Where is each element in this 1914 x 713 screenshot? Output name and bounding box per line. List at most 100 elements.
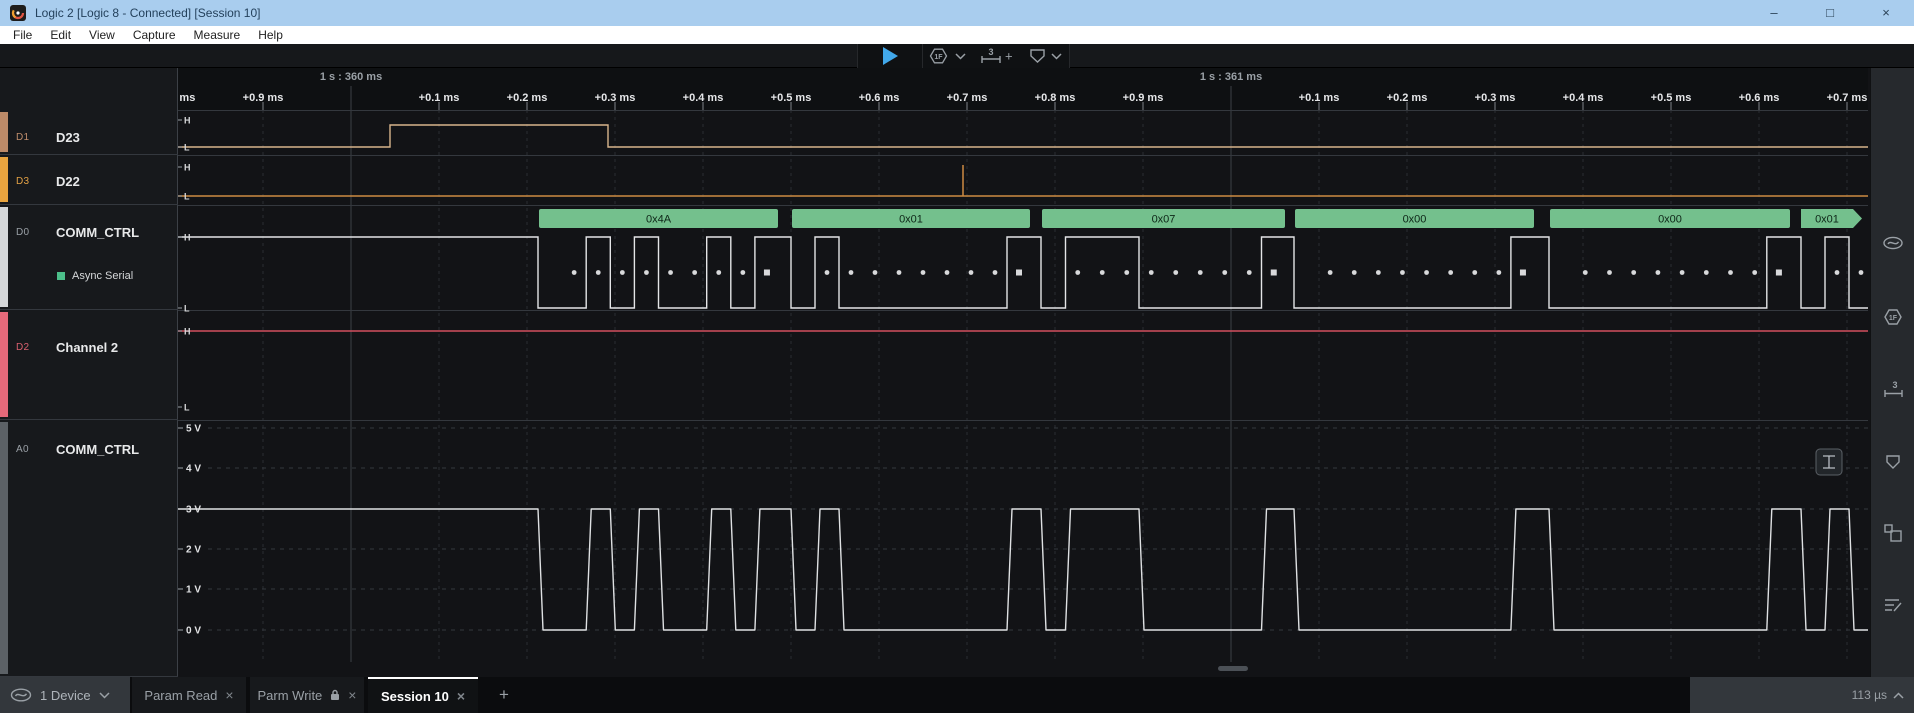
serial-byte-value: 0x01 <box>899 214 923 226</box>
bit-sample-dot <box>1198 270 1203 275</box>
channel-row-d3[interactable]: D3D22 <box>0 155 178 205</box>
trigger-icon: 1F <box>1881 305 1905 329</box>
menu-file[interactable]: File <box>4 26 41 44</box>
serial-byte-value: 0x00 <box>1403 214 1427 226</box>
menu-help[interactable]: Help <box>249 26 292 44</box>
tab-label: Parm Write <box>258 688 323 703</box>
channel-row-d0[interactable]: D0COMM_CTRLAsync Serial <box>0 205 178 310</box>
waveform-area[interactable]: +0.8 ms+0.9 ms+0.1 ms+0.2 ms+0.3 ms+0.4 … <box>178 68 1868 677</box>
stop-bit-marker <box>1271 270 1277 276</box>
flag-icon <box>1031 50 1044 62</box>
analog-scale-button[interactable] <box>1816 449 1842 475</box>
level-label: L <box>184 403 190 413</box>
bit-sample-dot <box>1124 270 1129 275</box>
channel-row-a0[interactable]: A0COMM_CTRL <box>0 420 178 677</box>
serial-byte-value: 0x4A <box>646 214 672 226</box>
trigger-button[interactable]: 1F <box>923 44 973 68</box>
sidebar-measure-button[interactable]: 3 <box>1879 376 1907 404</box>
channel-row-d1[interactable]: D1D23 <box>0 110 178 155</box>
channel-color-strip <box>0 207 8 307</box>
svg-text:3: 3 <box>988 47 993 57</box>
level-label: H <box>184 327 191 337</box>
voltage-label: 2 V <box>186 545 201 556</box>
measure-button[interactable]: 3 + <box>973 44 1019 68</box>
bit-sample-dot <box>1448 270 1453 275</box>
voltage-label: 0 V <box>186 626 201 637</box>
channel-id-label: D1 <box>16 132 29 143</box>
tab-close-button[interactable]: × <box>225 688 233 702</box>
voltage-label: 4 V <box>186 464 201 475</box>
tab-param-read[interactable]: Param Read × <box>132 677 246 713</box>
level-label: L <box>184 304 190 314</box>
channel-id-label: D0 <box>16 227 29 238</box>
bit-sample-dot <box>1656 270 1661 275</box>
play-icon <box>881 46 899 66</box>
ruler-tick-label: +0.4 ms <box>683 92 724 104</box>
sidebar-trigger-button[interactable]: 1F <box>1879 303 1907 331</box>
bit-sample-dot <box>1752 270 1757 275</box>
stop-bit-marker <box>1776 270 1782 276</box>
window-title: Logic 2 [Logic 8 - Connected] [Session 1… <box>35 6 260 20</box>
bit-sample-dot <box>1376 270 1381 275</box>
ruler-tick-label: +0.5 ms <box>1651 92 1692 104</box>
channel-row-d2[interactable]: D2Channel 2 <box>0 310 178 420</box>
device-selector[interactable]: 1 Device <box>0 677 130 713</box>
tab-close-button[interactable]: × <box>457 689 465 703</box>
bit-sample-dot <box>1496 270 1501 275</box>
bit-sample-dot <box>692 270 697 275</box>
serial-byte-value: 0x01 <box>1815 214 1839 226</box>
horizontal-scrollbar[interactable] <box>1218 666 1248 671</box>
ruler-major-label: 1 s : 360 ms <box>320 71 382 83</box>
bit-sample-dot <box>921 270 926 275</box>
new-tab-button[interactable]: + <box>487 677 521 713</box>
ruler-tick-label: +0.8 ms <box>1035 92 1076 104</box>
tab-label: Param Read <box>144 688 217 703</box>
play-button[interactable] <box>858 44 922 68</box>
tab-close-button[interactable]: × <box>348 688 356 702</box>
measure-icon: 3 <box>1881 378 1905 402</box>
analyzer-color-swatch <box>57 272 65 280</box>
level-label: L <box>184 192 190 202</box>
channel-color-strip <box>0 112 8 152</box>
sidebar-device-button[interactable] <box>1879 229 1907 257</box>
ruler-tick-label: +0.2 ms <box>507 92 548 104</box>
minimize-button[interactable]: – <box>1746 0 1802 26</box>
tab-strip: Param Read×Parm Write×Session 10×+ <box>130 677 1690 713</box>
serial-byte-value: 0x00 <box>1658 214 1682 226</box>
bit-sample-dot <box>644 270 649 275</box>
bit-sample-dot <box>1680 270 1685 275</box>
ruler-tick-label: +0.6 ms <box>859 92 900 104</box>
zoom-label: 113 µs <box>1852 688 1887 702</box>
sidebar-annotations-button[interactable] <box>1879 591 1907 619</box>
ruler-tick-label: +0.3 ms <box>1475 92 1516 104</box>
stop-bit-marker <box>764 270 770 276</box>
zoom-indicator[interactable]: 113 µs <box>1852 677 1904 713</box>
ruler-tick-label: +0.8 ms <box>178 92 195 104</box>
analyzer-row[interactable]: Async Serial <box>57 270 133 282</box>
level-label: H <box>184 163 191 173</box>
ruler-tick-label: +0.2 ms <box>1387 92 1428 104</box>
sidebar-markers-button[interactable] <box>1879 449 1907 477</box>
bit-sample-dot <box>668 270 673 275</box>
bit-sample-dot <box>1859 270 1864 275</box>
tab-session-10[interactable]: Session 10× <box>368 677 478 713</box>
bit-sample-dot <box>596 270 601 275</box>
menu-measure[interactable]: Measure <box>185 26 250 44</box>
tab-parm-write[interactable]: Parm Write × <box>250 677 364 713</box>
sidebar-extensions-button[interactable] <box>1879 519 1907 547</box>
window-controls: –□× <box>1746 0 1914 26</box>
svg-text:1F: 1F <box>934 54 943 61</box>
menu-view[interactable]: View <box>80 26 124 44</box>
bit-sample-dot <box>1075 270 1080 275</box>
level-label: H <box>184 116 191 126</box>
bit-sample-dot <box>945 270 950 275</box>
menu-capture[interactable]: Capture <box>124 26 185 44</box>
bit-sample-dot <box>825 270 830 275</box>
markers-button[interactable] <box>1019 44 1069 68</box>
maximize-button[interactable]: □ <box>1802 0 1858 26</box>
voltage-label: 3 V <box>186 505 201 516</box>
menu-edit[interactable]: Edit <box>41 26 80 44</box>
measure-ruler-icon: 3 <box>982 47 1000 63</box>
bit-sample-dot <box>1173 270 1178 275</box>
close-button[interactable]: × <box>1858 0 1914 26</box>
